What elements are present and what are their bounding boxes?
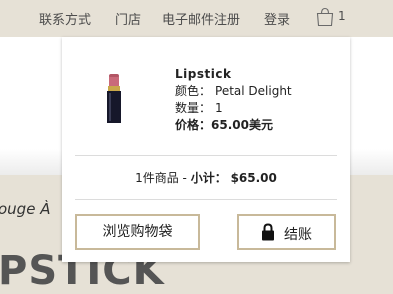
cart-item-details: Lipstick 颜色： Petal Delight 数量： 1 价格：65.00美… [175,66,292,134]
color-label: 颜色： [175,84,212,98]
price-label: 价格： [175,118,212,132]
mini-cart-dropdown: Lipstick 颜色： Petal Delight 数量： 1 价格：65.00美… [62,37,350,262]
checkout-label: 结账 [284,227,312,243]
quantity-label: 数量： [175,101,212,115]
shopping-bag-button[interactable]: 1 [315,7,347,29]
shopping-bag-icon [316,7,334,27]
nav-link-login[interactable]: 登录 [264,9,290,28]
subtotal-value: $65.00 [230,171,277,185]
product-subtitle: ouge À [0,200,51,218]
cart-summary: 1件商品 - 小计： $65.00 [62,169,350,186]
color-value: Petal Delight [215,84,292,98]
top-navigation: 联系方式 门店 电子邮件注册 登录 1 [0,0,393,37]
cart-item-price: 价格：65.00美元 [175,117,292,134]
cart-item-color: 颜色： Petal Delight [175,83,292,100]
divider [75,155,337,156]
divider [75,199,337,200]
lock-icon [262,223,274,241]
cart-item-name[interactable]: Lipstick [175,66,292,83]
item-count-text: 1件商品 - [135,171,191,185]
cart-item-quantity: 数量： 1 [175,100,292,117]
browse-bag-button[interactable]: 浏览购物袋 [75,214,200,250]
nav-link-email-signup[interactable]: 电子邮件注册 [162,9,240,28]
nav-link-contact[interactable]: 联系方式 [39,9,91,28]
nav-link-store[interactable]: 门店 [115,9,141,28]
lipstick-icon [107,74,121,123]
price-value: 65.00美元 [211,118,273,132]
checkout-button[interactable]: 结账 [237,214,336,250]
subtotal-label: 小计： [190,171,227,185]
quantity-value: 1 [215,101,223,115]
bag-count-badge: 1 [338,9,346,23]
